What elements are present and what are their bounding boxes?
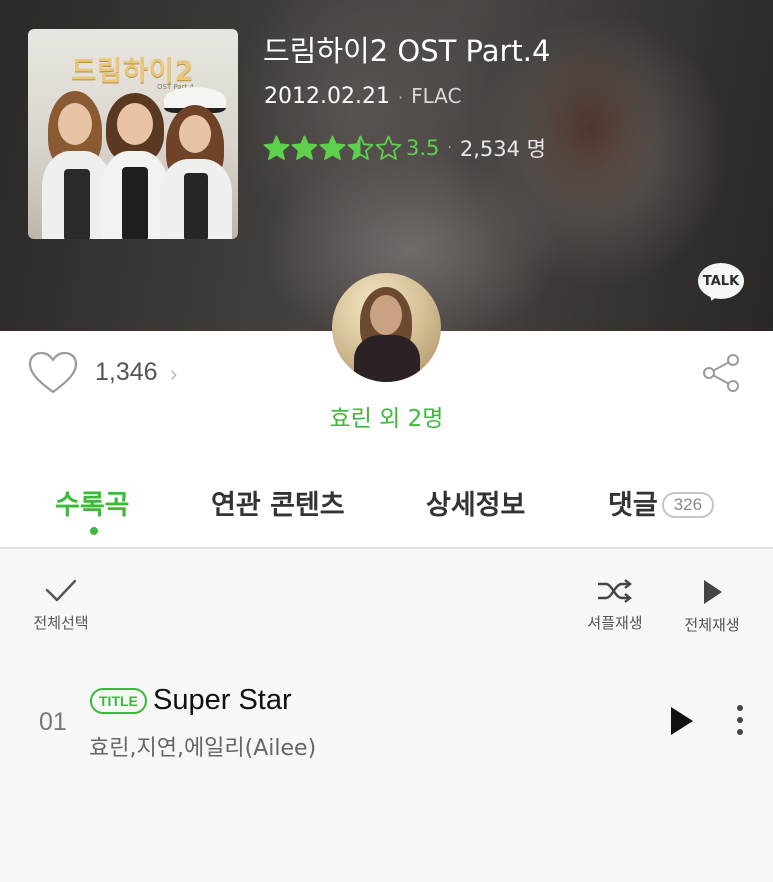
track-title[interactable]: Super Star <box>153 684 292 717</box>
star-empty-icon <box>375 135 402 160</box>
artist-name[interactable]: 효린 외 2명 <box>0 399 773 433</box>
shuffle-label: 셔플재생 <box>587 614 643 632</box>
active-tab-indicator <box>90 527 98 535</box>
shuffle-icon <box>598 579 632 603</box>
tab-related[interactable]: 연관 콘텐츠 <box>211 483 345 522</box>
tab-bar: 수록곡 연관 콘텐츠 상세정보 댓글 326 <box>0 483 773 523</box>
divider <box>0 547 773 549</box>
star-half-icon <box>347 135 374 160</box>
title-track-badge: TITLE <box>90 688 147 714</box>
chevron-right-icon[interactable]: › <box>170 361 177 387</box>
tab-tracks[interactable]: 수록곡 <box>55 483 130 522</box>
track-number: 01 <box>39 708 67 736</box>
rating[interactable]: 3.5 · 2,534 명 <box>263 133 546 163</box>
heart-icon[interactable] <box>28 351 78 395</box>
talk-icon: TALK <box>698 263 744 299</box>
more-options-icon[interactable] <box>733 705 747 739</box>
cover-figure <box>160 87 232 239</box>
cover-figure <box>102 93 168 239</box>
tab-details[interactable]: 상세정보 <box>426 483 525 522</box>
kakao-talk-button[interactable]: TALK <box>698 263 744 303</box>
like-count[interactable]: 1,346 <box>95 358 158 387</box>
play-icon[interactable] <box>669 705 695 737</box>
comment-count-badge: 326 <box>661 492 715 518</box>
star-full-icon <box>263 135 290 160</box>
share-icon[interactable] <box>700 353 742 393</box>
select-all-label: 전체선택 <box>33 614 89 632</box>
album-title: 드림하이2 OST Part.4 <box>263 34 551 68</box>
release-date: 2012.02.21 <box>264 84 390 109</box>
audio-format: FLAC <box>411 84 462 108</box>
rating-stars <box>263 135 403 162</box>
album-meta: 2012.02.21 · FLAC <box>264 84 462 109</box>
artist-avatar[interactable] <box>332 273 441 382</box>
play-all-label: 전체재생 <box>684 616 740 634</box>
tab-comments[interactable]: 댓글 326 <box>608 483 715 522</box>
shuffle-play-button[interactable]: 셔플재생 <box>582 578 648 633</box>
tab-comments-label: 댓글 <box>608 490 658 521</box>
play-icon <box>704 580 722 604</box>
cover-title: 드림하이2 <box>71 56 195 87</box>
star-full-icon <box>319 135 346 160</box>
rating-value: 3.5 <box>406 136 440 160</box>
select-all-button[interactable]: 전체선택 <box>28 578 94 633</box>
rating-count: 2,534 명 <box>459 137 546 161</box>
album-cover[interactable]: 드림하이2 OST Part.4 <box>28 29 238 239</box>
checkmark-icon <box>45 579 77 602</box>
play-all-button[interactable]: 전체재생 <box>679 578 745 635</box>
star-full-icon <box>291 135 318 160</box>
track-artists[interactable]: 효린,지연,에일리(Ailee) <box>89 730 316 762</box>
